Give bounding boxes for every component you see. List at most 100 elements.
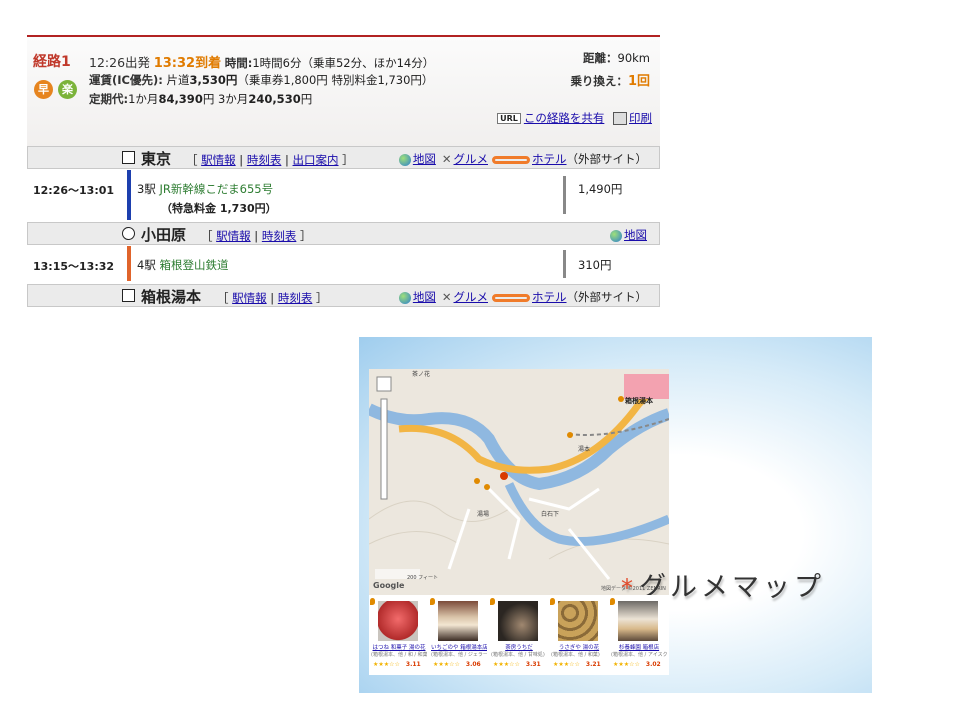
timetable-link[interactable]: 時刻表 [247, 153, 282, 167]
map-graphic [369, 369, 669, 595]
easy-badge: 楽 [58, 80, 77, 99]
shop-info: (箱根湯本、他 / アイスクリーム) [611, 652, 667, 658]
station-info-link[interactable]: 駅情報 [232, 291, 267, 305]
distance-label: 距離： [583, 51, 618, 65]
map-label-yumoto: 湯本 [578, 446, 591, 453]
rating-score: 3.21 [585, 661, 601, 668]
commuter-3m-unit: 円 [300, 92, 313, 106]
shop-photo [618, 601, 658, 641]
map-link[interactable]: 地図 [413, 152, 436, 166]
external-site-label: （外部サイト） [566, 290, 648, 304]
map-label-station: 箱根湯本 [625, 397, 653, 405]
fare-label: 運賃(IC優先): [89, 73, 163, 87]
shop-name: うさぎや 湯の花 [558, 645, 600, 651]
map-scale: 200 フィート [407, 575, 439, 581]
station-name: 小田原 [141, 226, 187, 244]
transfer-label: 乗り換え： [570, 74, 628, 88]
shop-name: いちごのや 箱根湯本店 [431, 645, 487, 651]
shop-info: (箱根湯本、他 / 甘味処) [491, 652, 545, 658]
segment-fare: 310円 [578, 258, 612, 272]
print-link[interactable]: 印刷 [629, 111, 652, 125]
shop-photo [378, 601, 418, 641]
fare-divider [563, 176, 566, 214]
shop-card[interactable]: 茶房うちだ (箱根湯本、他 / 甘味処) ★★★☆☆ 3.31 [489, 595, 547, 675]
shop-rating: ★★★☆☆ 3.02 [613, 661, 667, 668]
rating-score: 3.31 [525, 661, 541, 668]
shop-card[interactable]: はつね 和菓子 湯の花 (箱根湯本、他 / 和 / 和菓) ★★★☆☆ 3.11 [369, 595, 427, 675]
hotel-logo-icon [492, 293, 530, 302]
shop-strip: はつね 和菓子 湯の花 (箱根湯本、他 / 和 / 和菓) ★★★☆☆ 3.11 … [369, 595, 669, 675]
shop-rating: ★★★☆☆ 3.06 [433, 661, 487, 668]
rating-score: 3.06 [465, 661, 481, 668]
departure-time: 12:26出発 [89, 55, 151, 70]
commuter-1m-label: 1か月 [128, 92, 159, 106]
stop-count: 4駅 [137, 258, 156, 272]
station-info-link[interactable]: 駅情報 [216, 229, 251, 243]
map-pin-icon [490, 598, 495, 605]
fare-value: 3,530円 [189, 73, 238, 87]
route-panel: 経路1 早 楽 12:26出発 13:32到着 時間:1時間6分（乗車52分、ほ… [27, 35, 660, 309]
line-color-bar [127, 246, 131, 281]
google-logo: Google [373, 581, 405, 590]
station-row-odawara: 小田原 ［ 駅情報 | 時刻表 ］ 地図 [27, 222, 660, 245]
timetable-link[interactable]: 時刻表 [262, 229, 297, 243]
shop-info: (箱根湯本、他 / ジェラート) [431, 652, 487, 658]
commuter-label: 定期代: [89, 92, 129, 106]
map-link[interactable]: 地図 [413, 290, 436, 304]
rating-stars: ★★★☆☆ [493, 661, 520, 668]
fare-divider [563, 250, 566, 278]
train-name: 箱根登山鉄道 [159, 258, 229, 272]
commuter-1m-value: 84,390 [158, 92, 203, 106]
map-label-shiraishi: 白石下 [541, 511, 560, 518]
shop-name: はつね 和菓子 湯の花 [372, 645, 426, 651]
station-circle-icon [122, 227, 135, 240]
station-row-hakone-yumoto: 箱根湯本 ［ 駅情報 | 時刻表 ］ 地図 ✕ グルメ ホテル（外部サイト） [27, 284, 660, 307]
gourmet-link[interactable]: グルメ [454, 290, 489, 304]
map-pin-icon [610, 598, 615, 605]
segment-stops: 3駅 JR新幹線こだま655号 [137, 181, 273, 197]
share-area: URL この経路を共有 印刷 [497, 110, 652, 126]
commuter-1m-unit: 円 [202, 92, 215, 106]
shop-rating: ★★★☆☆ 3.31 [493, 661, 547, 668]
station-links: ［ 駅情報 | 時刻表 ］ [201, 229, 312, 243]
shop-card[interactable]: うさぎや 湯の花 (箱根湯本、他 / 和菓) ★★★☆☆ 3.21 [549, 595, 607, 675]
commuter-line: 定期代:1か月84,390円 3か月240,530円 [89, 91, 312, 107]
transfer-count: 1 [627, 74, 637, 89]
fork-knife-icon: ✕ [441, 152, 452, 166]
hotel-link[interactable]: ホテル [532, 152, 567, 166]
globe-icon [610, 229, 622, 242]
station-links: ［ 駅情報 | 時刻表 ］ [217, 291, 328, 305]
print-icon [613, 112, 627, 125]
segment-time: 13:15〜13:32 [33, 260, 115, 273]
rating-score: 3.11 [405, 661, 421, 668]
shop-card[interactable]: 杉養蜂園 箱根店 (箱根湯本、他 / アイスクリーム) ★★★☆☆ 3.02 [609, 595, 667, 675]
distance-value: 90km [617, 51, 651, 65]
shop-card[interactable]: いちごのや 箱根湯本店 (箱根湯本、他 / ジェラート) ★★★☆☆ 3.06 [429, 595, 487, 675]
hotel-logo-icon [492, 155, 530, 164]
map-link[interactable]: 地図 [624, 228, 647, 242]
rating-score: 3.02 [645, 661, 661, 668]
shop-name: 茶房うちだ [505, 645, 533, 651]
segment-fare: 1,490円 [578, 182, 623, 196]
share-route-link[interactable]: この経路を共有 [524, 111, 605, 125]
fare-line: 運賃(IC優先): 片道3,530円（乗車券1,800円 特別料金1,730円） [89, 72, 433, 88]
hotel-link[interactable]: ホテル [532, 290, 567, 304]
external-site-label: （外部サイト） [566, 152, 648, 166]
commuter-3m-label: 3か月 [217, 92, 249, 106]
segment-1: 12:26〜13:01 3駅 JR新幹線こだま655号 （特急料金 1,730円… [27, 170, 660, 220]
gourmet-link[interactable]: グルメ [454, 152, 489, 166]
rating-stars: ★★★☆☆ [553, 661, 580, 668]
globe-icon [398, 291, 411, 304]
stop-count: 3駅 [137, 182, 156, 196]
shop-name: 杉養蜂園 箱根店 [618, 645, 660, 651]
area-map[interactable]: 茶ノ花 箱根湯本 湯本 白石下 湯場 Google 200 フィート 地図データ… [369, 369, 669, 595]
station-name: 東京 [141, 150, 172, 168]
timetable-link[interactable]: 時刻表 [278, 291, 313, 305]
exit-guide-link[interactable]: 出口案内 [293, 153, 339, 167]
fare-prefix: 片道 [166, 73, 190, 87]
shop-rating: ★★★☆☆ 3.21 [553, 661, 607, 668]
station-info-link[interactable]: 駅情報 [201, 153, 236, 167]
shop-info: (箱根湯本、他 / 和菓) [551, 652, 600, 658]
station-row-tokyo: 東京 ［ 駅情報 | 時刻表 | 出口案内 ］ 地図 ✕ グルメ ホテル（外部サイト） [27, 146, 660, 169]
map-pin-icon [550, 598, 555, 605]
